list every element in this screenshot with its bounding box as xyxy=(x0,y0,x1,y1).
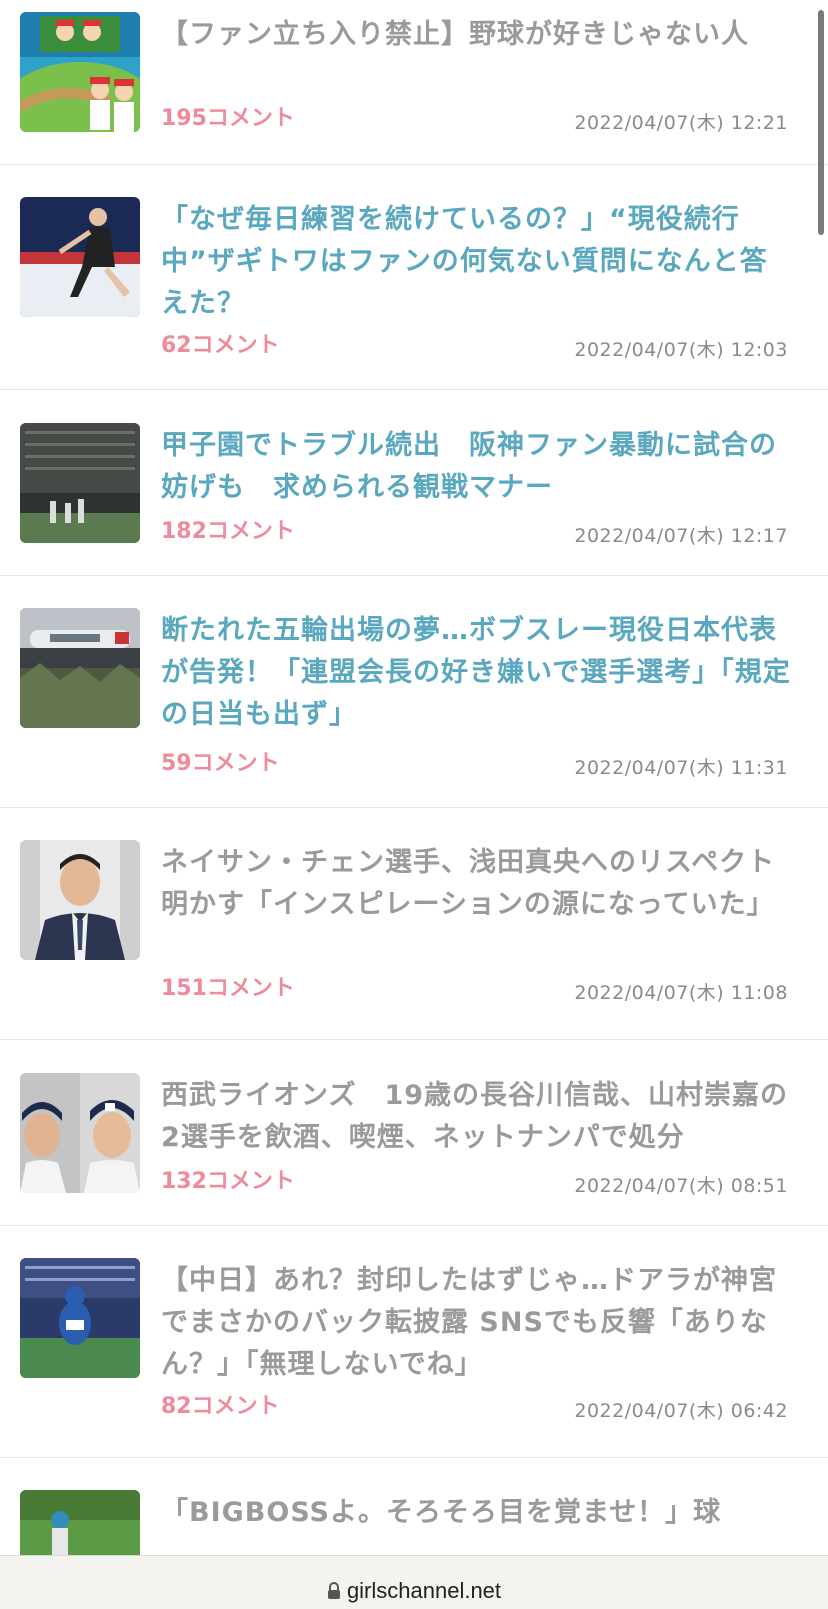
figure-skater-image xyxy=(20,197,140,317)
list-item[interactable]: 【中日】あれ？封印したはずじゃ…ドアラが神宮でまさかのバック転披露 SNSでも反… xyxy=(0,1226,828,1458)
thumbnail[interactable] xyxy=(20,1073,140,1193)
thumbnail[interactable] xyxy=(20,608,140,728)
baseball-illustration-image xyxy=(20,12,140,132)
thumbnail[interactable] xyxy=(20,423,140,543)
thumbnail[interactable] xyxy=(20,12,140,132)
article-title[interactable]: 【ファン立ち入り禁止】野球が好きじゃない人 xyxy=(161,14,791,56)
thumbnail[interactable] xyxy=(20,840,140,960)
comment-count: 182コメント xyxy=(161,519,295,544)
comment-count: 82コメント xyxy=(161,1394,280,1419)
article-date: 2022/04/07(木) 08:51 xyxy=(574,1175,788,1197)
article-title[interactable]: 断たれた五輪出場の夢…ボブスレー現役日本代表が告発！「連盟会長の好き嫌いで選手選… xyxy=(161,610,791,736)
comment-count: 59コメント xyxy=(161,751,280,776)
article-date: 2022/04/07(木) 12:03 xyxy=(574,339,788,361)
browser-address-bar[interactable]: girlschannel.net xyxy=(0,1555,828,1609)
skater-portrait-image xyxy=(20,840,140,960)
comment-count: 195コメント xyxy=(161,106,295,131)
article-title[interactable]: 「BIGBOSSよ。そろそろ目を覚ませ！」球 xyxy=(161,1492,791,1534)
article-date: 2022/04/07(木) 06:42 xyxy=(574,1400,788,1422)
article-feed: 【ファン立ち入り禁止】野球が好きじゃない人 195コメント 2022/04/07… xyxy=(0,0,828,1609)
list-item[interactable]: 【ファン立ち入り禁止】野球が好きじゃない人 195コメント 2022/04/07… xyxy=(0,0,828,165)
article-title[interactable]: 【中日】あれ？封印したはずじゃ…ドアラが神宮でまさかのバック転披露 SNSでも反… xyxy=(161,1260,791,1386)
thumbnail[interactable] xyxy=(20,197,140,317)
mascot-image xyxy=(20,1258,140,1378)
comment-count: 132コメント xyxy=(161,1169,295,1194)
list-item[interactable]: 西武ライオンズ 19歳の長谷川信哉、山村崇嘉の2選手を飲酒、喫煙、ネットナンパで… xyxy=(0,1040,828,1226)
list-item[interactable]: 甲子園でトラブル続出 阪神ファン暴動に試合の妨げも 求められる観戦マナー 182… xyxy=(0,390,828,576)
article-date: 2022/04/07(木) 11:31 xyxy=(574,757,788,779)
url-text[interactable]: girlschannel.net xyxy=(347,1578,501,1604)
article-title[interactable]: 「なぜ毎日練習を続けているの？」“現役続行中”ザギトワはファンの何気ない質問にな… xyxy=(161,199,791,325)
list-item[interactable]: ネイサン・チェン選手、浅田真央へのリスペクト明かす「インスピレーションの源になっ… xyxy=(0,808,828,1040)
article-title[interactable]: ネイサン・チェン選手、浅田真央へのリスペクト明かす「インスピレーションの源になっ… xyxy=(161,842,791,926)
comment-count: 62コメント xyxy=(161,333,280,358)
article-date: 2022/04/07(木) 11:08 xyxy=(574,982,788,1004)
lock-icon xyxy=(327,1581,340,1599)
scrollbar[interactable] xyxy=(818,10,824,235)
players-portrait-image xyxy=(20,1073,140,1193)
bobsled-image xyxy=(20,608,140,728)
comment-count: 151コメント xyxy=(161,976,295,1001)
article-date: 2022/04/07(木) 12:21 xyxy=(574,112,788,134)
list-item[interactable]: 「なぜ毎日練習を続けているの？」“現役続行中”ザギトワはファンの何気ない質問にな… xyxy=(0,165,828,390)
article-title[interactable]: 甲子園でトラブル続出 阪神ファン暴動に試合の妨げも 求められる観戦マナー xyxy=(161,425,791,509)
article-date: 2022/04/07(木) 12:17 xyxy=(574,525,788,547)
stadium-image xyxy=(20,423,140,543)
article-title[interactable]: 西武ライオンズ 19歳の長谷川信哉、山村崇嘉の2選手を飲酒、喫煙、ネットナンパで… xyxy=(161,1075,791,1159)
thumbnail[interactable] xyxy=(20,1258,140,1378)
list-item[interactable]: 断たれた五輪出場の夢…ボブスレー現役日本代表が告発！「連盟会長の好き嫌いで選手選… xyxy=(0,576,828,808)
